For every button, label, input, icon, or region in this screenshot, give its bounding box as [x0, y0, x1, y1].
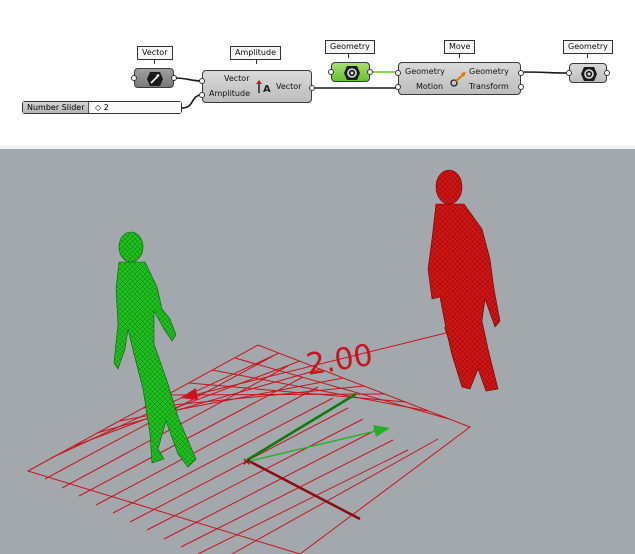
grasshopper-canvas[interactable]: Vector Amplitude Vector Amplitude A Vect…: [0, 0, 635, 145]
geometry-param-label-1: Geometry: [325, 40, 375, 54]
geometry-icon: [344, 66, 360, 80]
construction-grid: [26, 344, 472, 554]
label-stem: [459, 53, 460, 58]
input-vector-label: Vector: [224, 74, 250, 83]
move-component[interactable]: Geometry Motion Geometry Transform: [395, 62, 524, 95]
vector-param-label: Vector: [137, 46, 173, 60]
dimension-text: 2.00: [304, 338, 375, 383]
amplitude-icon: A: [256, 80, 271, 94]
geometry-param-node-source[interactable]: [328, 62, 373, 82]
moved-figure: [427, 169, 501, 392]
move-icon: [450, 72, 466, 87]
label-stem: [256, 59, 257, 64]
label-stem: [587, 53, 588, 58]
output-vector-label: Vector: [276, 82, 302, 91]
move-label: Move: [444, 40, 476, 54]
input-geometry-label: Geometry: [405, 67, 445, 76]
output-geometry-label: Geometry: [469, 67, 509, 76]
output-grip[interactable]: [367, 69, 373, 75]
slider-value: ◇ 2: [95, 103, 109, 112]
viewport-scene: × 2.00: [26, 169, 501, 554]
label-stem: [348, 53, 349, 58]
geometry-input-grip[interactable]: [395, 70, 401, 76]
transform-output-grip[interactable]: [518, 84, 524, 90]
output-grip[interactable]: [171, 75, 177, 81]
input-motion-label: Motion: [416, 82, 444, 91]
wire-vector-to-amplitude: [173, 77, 203, 82]
vector-icon: [147, 72, 163, 86]
amplitude-label: Amplitude: [230, 46, 281, 60]
input-grip[interactable]: [131, 75, 137, 81]
vector-output-grip[interactable]: [309, 85, 315, 91]
geometry-output-grip[interactable]: [518, 70, 524, 76]
number-slider[interactable]: Number Slider ◇ 2: [22, 101, 182, 114]
input-amplitude-label: Amplitude: [209, 89, 250, 98]
svg-text:A: A: [263, 84, 271, 94]
input-grip[interactable]: [566, 70, 572, 76]
geometry-param-label-2: Geometry: [563, 40, 613, 54]
input-grip[interactable]: [328, 69, 334, 75]
slider-track[interactable]: ◇ 2: [91, 102, 181, 113]
output-grip[interactable]: [604, 70, 610, 76]
origin-marker: ×: [242, 455, 251, 468]
original-figure: [113, 231, 197, 468]
vector-param-node[interactable]: [131, 68, 177, 88]
geometry-icon: [581, 67, 597, 81]
x-axis: [246, 458, 361, 521]
label-stem: [154, 59, 155, 64]
rhino-viewport[interactable]: × 2.00: [0, 149, 635, 554]
amplitude-input-grip[interactable]: [199, 92, 205, 98]
output-transform-label: Transform: [469, 82, 509, 91]
slider-name: Number Slider: [23, 102, 89, 113]
motion-input-grip[interactable]: [395, 84, 401, 90]
geometry-param-node-result[interactable]: [566, 63, 610, 83]
vector-input-grip[interactable]: [199, 78, 205, 84]
amplitude-component[interactable]: Vector Amplitude A Vector: [199, 70, 315, 103]
wire-move-to-geometry[interactable]: [520, 71, 570, 74]
wire-layer: [173, 71, 570, 109]
